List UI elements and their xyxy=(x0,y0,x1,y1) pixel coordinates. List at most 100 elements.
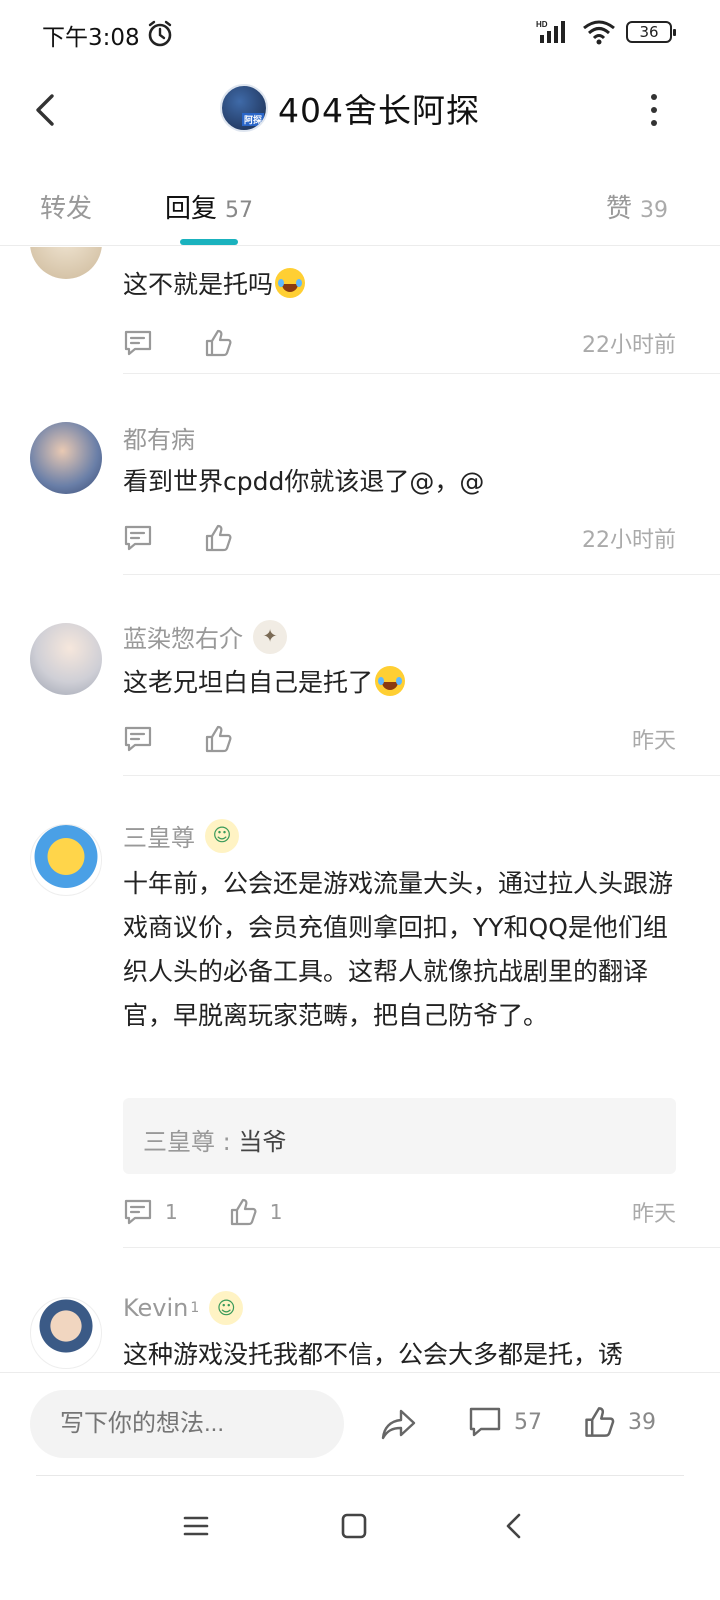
bottom-like-button[interactable]: 39 xyxy=(582,1405,656,1439)
menu-icon[interactable] xyxy=(176,1506,216,1546)
like-button[interactable] xyxy=(203,724,233,754)
thumbs-up-icon xyxy=(585,1407,615,1437)
divider xyxy=(123,574,720,575)
username-superscript: 1 xyxy=(190,1300,200,1316)
user-badge-icon: ✦ xyxy=(253,619,287,654)
share-icon xyxy=(381,1409,416,1440)
comment-username[interactable]: 三皇尊 ☺ xyxy=(123,818,239,853)
comment-actions: 22小时前 xyxy=(123,518,676,558)
author-avatar[interactable]: 阿探 xyxy=(220,84,268,132)
tab-like[interactable]: 赞 39 xyxy=(606,188,668,225)
bottom-action-bar: 57 39 xyxy=(0,1372,720,1476)
reply-button[interactable] xyxy=(123,328,153,358)
comment-username[interactable]: 蓝染惣右介 ✦ xyxy=(123,619,287,654)
bottom-like-count: 39 xyxy=(628,1409,656,1435)
alarm-icon xyxy=(148,20,172,47)
comment-text: 十年前，公会还是游戏流量大头，通过拉人头跟游戏商议价，会员充值则拿回扣，YY和Q… xyxy=(123,869,674,1030)
thumbs-up-icon xyxy=(205,725,232,753)
comment-username[interactable]: Kevin 1 ☺ xyxy=(123,1291,244,1325)
comment-text: 这不就是托吗 xyxy=(123,263,676,307)
tab-bar: 转发 回复 57 赞 39 xyxy=(0,150,720,246)
home-icon[interactable] xyxy=(334,1506,374,1546)
divider xyxy=(123,373,720,374)
bottom-comment-button[interactable]: 57 xyxy=(468,1405,542,1439)
page-header: 阿探 404舍长阿探 xyxy=(0,70,720,150)
comment-time: 昨天 xyxy=(631,729,676,754)
laugh-cry-emoji-icon xyxy=(375,666,406,696)
user-badge-icon: ☺ xyxy=(205,818,239,853)
status-time: 下午3:08 xyxy=(42,25,140,51)
laugh-cry-emoji-icon xyxy=(275,268,306,298)
comment-username[interactable]: 都有病 xyxy=(123,420,195,455)
like-button[interactable] xyxy=(203,328,233,358)
user-avatar[interactable] xyxy=(30,247,102,279)
divider xyxy=(123,775,720,776)
thumbs-up-icon xyxy=(205,329,232,357)
comment-icon xyxy=(124,1199,152,1225)
user-avatar[interactable] xyxy=(30,422,102,494)
share-button[interactable] xyxy=(380,1405,418,1443)
like-count: 1 xyxy=(269,1200,283,1224)
dot xyxy=(651,94,657,100)
wifi-icon xyxy=(583,20,615,45)
comment-text-content: 这不就是托吗 xyxy=(123,270,274,299)
network-label: HD xyxy=(536,20,548,29)
comment-text: 这种游戏没托我都不信，公会大多都是托，诱 xyxy=(123,1340,624,1369)
comment-input[interactable] xyxy=(30,1390,344,1458)
back-icon[interactable] xyxy=(494,1506,534,1546)
comment-text: 这老兄坦白自己是托了 xyxy=(123,661,676,705)
sub-reply-box[interactable]: 三皇尊 : 当爷 xyxy=(123,1098,676,1174)
signal-icon: HD xyxy=(536,20,565,43)
comment-text: 看到世界cpdd你就该退了@，@ xyxy=(123,467,485,496)
page-title-group[interactable]: 阿探 404舍长阿探 xyxy=(220,84,480,132)
reply-button[interactable] xyxy=(123,724,153,754)
thumbs-up-icon xyxy=(230,1198,257,1226)
comment-text-content: 这老兄坦白自己是托了 xyxy=(123,668,374,697)
comment-list[interactable]: 这不就是托吗 22小时前 都有病 看到世界cpdd你就该退了@，@ 22小时前 xyxy=(0,247,720,1372)
page-title: 404舍长阿探 xyxy=(278,91,480,130)
username-text: 都有病 xyxy=(123,426,195,454)
comment-actions: 1 1 昨天 xyxy=(123,1192,676,1232)
comment-time: 昨天 xyxy=(631,1202,676,1227)
dot xyxy=(651,107,657,113)
sub-reply-text: 当爷 xyxy=(238,1128,287,1156)
reply-count: 1 xyxy=(165,1200,178,1224)
comment-time: 22小时前 xyxy=(582,333,676,358)
tab-forward[interactable]: 转发 xyxy=(40,188,92,225)
user-avatar[interactable] xyxy=(30,623,102,695)
thumbs-up-icon xyxy=(205,524,232,552)
comment-icon xyxy=(124,726,152,752)
bottom-comment-count: 57 xyxy=(514,1409,542,1435)
tab-reply[interactable]: 回复 57 xyxy=(165,188,253,225)
username-text: 三皇尊 xyxy=(123,824,195,852)
more-options-button[interactable] xyxy=(644,94,664,126)
like-button[interactable]: 1 xyxy=(228,1197,283,1227)
user-avatar[interactable] xyxy=(30,1297,102,1369)
tab-reply-count: 57 xyxy=(225,198,254,223)
comment-icon xyxy=(469,1407,501,1437)
comment-actions: 昨天 xyxy=(123,719,676,759)
username-text: Kevin xyxy=(123,1294,189,1322)
status-bar: 下午3:08 HD 36 xyxy=(0,0,720,70)
comment-icon xyxy=(124,525,152,551)
like-button[interactable] xyxy=(203,523,233,553)
comment-icon xyxy=(124,330,152,356)
reply-button[interactable] xyxy=(123,523,153,553)
sub-reply-username[interactable]: 三皇尊 xyxy=(143,1128,215,1156)
comment-time: 22小时前 xyxy=(582,528,676,553)
system-nav-bar xyxy=(0,1476,720,1600)
avatar-badge-text: 阿探 xyxy=(241,113,264,126)
divider xyxy=(123,1247,720,1248)
user-avatar[interactable] xyxy=(30,824,102,896)
tab-active-indicator xyxy=(180,239,238,245)
dot xyxy=(651,120,657,126)
tab-forward-label: 转发 xyxy=(40,194,93,224)
tab-like-count: 39 xyxy=(640,198,668,223)
back-arrow-icon[interactable] xyxy=(28,90,64,130)
sub-reply-separator: : xyxy=(215,1128,239,1156)
user-badge-icon: ☺ xyxy=(209,1291,244,1325)
reply-button[interactable]: 1 xyxy=(123,1197,178,1227)
tab-like-label: 赞 xyxy=(605,194,632,224)
tab-reply-label: 回复 xyxy=(165,194,218,224)
battery-indicator: 36 xyxy=(626,21,676,43)
